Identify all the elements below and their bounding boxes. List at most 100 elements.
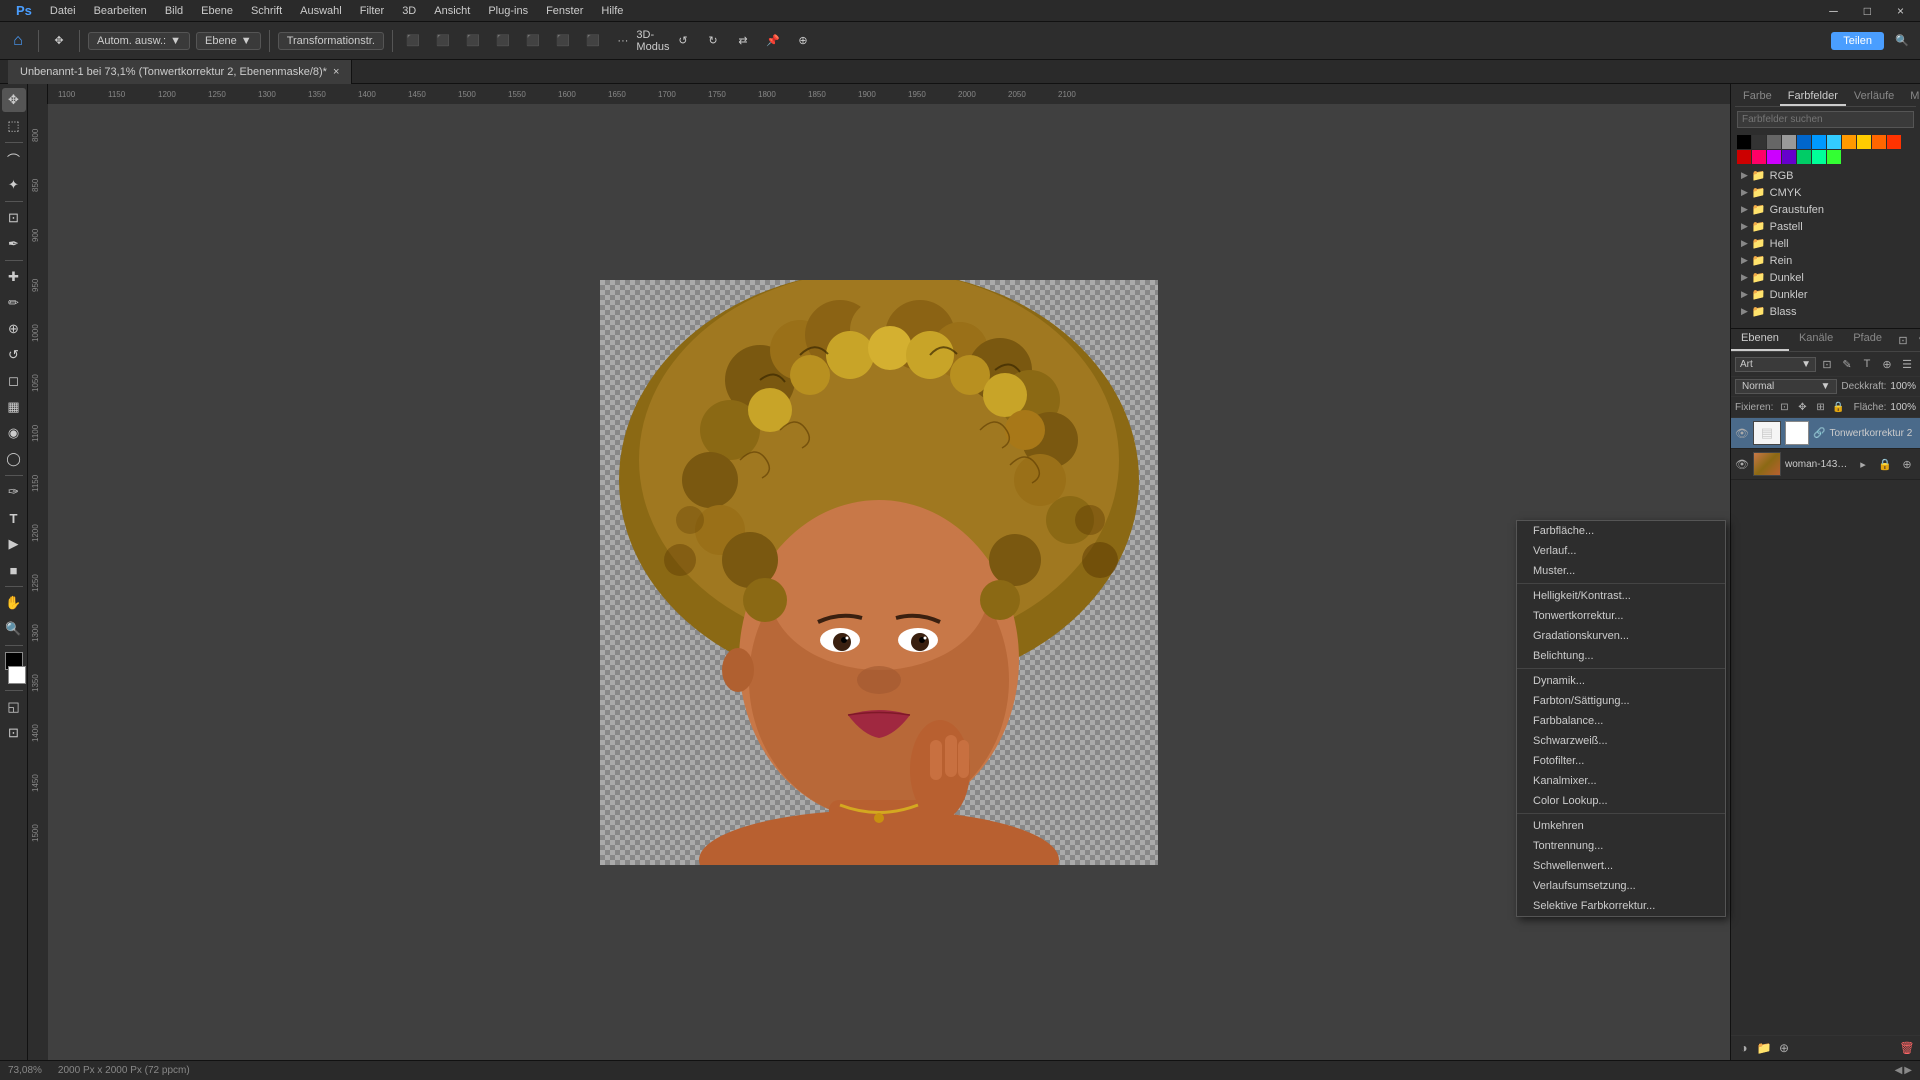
text-tool[interactable]: T [2, 506, 26, 530]
align-right-btn[interactable]: ⬛ [461, 29, 485, 53]
eraser-tool[interactable]: ◻ [2, 369, 26, 393]
filter-btn3[interactable]: T [1858, 355, 1876, 373]
lock-artboard-icon[interactable]: ⊞ [1813, 399, 1827, 415]
swatch-light-gray[interactable] [1782, 135, 1796, 149]
menu-ansicht[interactable]: Ansicht [426, 3, 478, 19]
layer-extra-2[interactable]: ⊕ [1898, 455, 1916, 473]
menu-gradation[interactable]: Gradationskurven... [1517, 626, 1725, 646]
swatch-red-orange[interactable] [1887, 135, 1901, 149]
align-left-btn[interactable]: ⬛ [401, 29, 425, 53]
opacity-value[interactable]: 100% [1890, 381, 1916, 392]
menu-fenster[interactable]: Fenster [538, 3, 591, 19]
new-layer-btn[interactable]: ⊕ [1775, 1039, 1793, 1057]
folder-hell[interactable]: ▶ 📁 Hell [1737, 235, 1914, 252]
menu-farbbalance[interactable]: Farbbalance... [1517, 711, 1725, 731]
align-center-btn[interactable]: ⬛ [431, 29, 455, 53]
search-btn[interactable]: 🔍 [1890, 29, 1914, 53]
layer-tonwertkorrektur[interactable]: 👁 ▤ 🔗 Tonwertkorrektur 2 [1731, 418, 1920, 449]
path-select-tool[interactable]: ▶ [2, 532, 26, 556]
menu-auswahl[interactable]: Auswahl [292, 3, 350, 19]
restore-btn[interactable]: □ [1856, 2, 1879, 20]
menu-bearbeiten[interactable]: Bearbeiten [86, 3, 155, 19]
menu-umkehren[interactable]: Umkehren [1517, 816, 1725, 836]
tab-farbfelder[interactable]: Farbfelder [1780, 88, 1846, 106]
rotate-btn[interactable]: ↻ [701, 29, 725, 53]
gradient-tool[interactable]: ▦ [2, 395, 26, 419]
tab-farbe[interactable]: Farbe [1735, 88, 1780, 106]
swatch-sky-blue[interactable] [1812, 135, 1826, 149]
menu-farbton[interactable]: Farbton/Sättigung... [1517, 691, 1725, 711]
lock-position-icon[interactable]: ⊡ [1777, 399, 1791, 415]
menu-tonwert[interactable]: Tonwertkorrektur... [1517, 606, 1725, 626]
background-color[interactable] [8, 666, 26, 684]
app-icon[interactable]: Ps [8, 1, 40, 20]
folder-dunkler[interactable]: ▶ 📁 Dunkler [1737, 286, 1914, 303]
swatch-light-blue[interactable] [1827, 135, 1841, 149]
filter-btn5[interactable]: ☰ [1898, 355, 1916, 373]
menu-verlaufsumsetzung[interactable]: Verlaufsumsetzung... [1517, 876, 1725, 896]
flip-btn[interactable]: ⇄ [731, 29, 755, 53]
share-btn[interactable]: Teilen [1831, 32, 1884, 50]
mask-mode-btn[interactable]: ◱ [2, 695, 26, 719]
layers-panel-icon2[interactable]: ✎ [1914, 331, 1920, 349]
tab-muster[interactable]: Muster [1902, 88, 1920, 106]
menu-verlauf[interactable]: Verlauf... [1517, 541, 1725, 561]
menu-kanalmixer[interactable]: Kanalmixer... [1517, 771, 1725, 791]
menu-hilfe[interactable]: Hilfe [593, 3, 631, 19]
layer-visibility-2[interactable]: 👁 [1735, 457, 1749, 471]
menu-helligkeit[interactable]: Helligkeit/Kontrast... [1517, 586, 1725, 606]
menu-muster[interactable]: Muster... [1517, 561, 1725, 581]
minimize-btn[interactable]: ─ [1821, 2, 1846, 20]
layer-dropdown[interactable]: Ebene ▼ [196, 32, 261, 50]
blend-mode-dropdown[interactable]: Normal ▼ [1735, 379, 1837, 394]
dodge-tool[interactable]: ◯ [2, 447, 26, 471]
move-tool-icon[interactable]: ✥ [47, 29, 71, 53]
hand-tool[interactable]: ✋ [2, 591, 26, 615]
tab-kanaele[interactable]: Kanäle [1789, 329, 1843, 351]
menu-tontrennung[interactable]: Tontrennung... [1517, 836, 1725, 856]
tab-ebenen[interactable]: Ebenen [1731, 329, 1789, 351]
filter-btn2[interactable]: ✎ [1838, 355, 1856, 373]
menu-filter[interactable]: Filter [352, 3, 392, 19]
folder-pastell[interactable]: ▶ 📁 Pastell [1737, 218, 1914, 235]
menu-bild[interactable]: Bild [157, 3, 191, 19]
navigator-arrows[interactable]: ◀ ▶ [1895, 1065, 1912, 1076]
menu-dynamik[interactable]: Dynamik... [1517, 671, 1725, 691]
swatch-search-input[interactable] [1737, 111, 1914, 128]
layer-arrow-2[interactable]: ▸ [1854, 455, 1872, 473]
doc-close-btn[interactable]: × [333, 66, 339, 78]
close-btn[interactable]: × [1889, 2, 1912, 20]
swatch-red[interactable] [1737, 150, 1751, 164]
swatch-violet[interactable] [1767, 150, 1781, 164]
layer-lock-2[interactable]: 🔒 [1876, 455, 1894, 473]
swatch-black[interactable] [1737, 135, 1751, 149]
menu-plugins[interactable]: Plug-ins [480, 3, 536, 19]
menu-datei[interactable]: Datei [42, 3, 84, 19]
select-tool[interactable]: ⬚ [2, 114, 26, 138]
menu-schrift[interactable]: Schrift [243, 3, 290, 19]
blur-tool[interactable]: ◉ [2, 421, 26, 445]
crop-tool[interactable]: ⊡ [2, 206, 26, 230]
swatch-blue[interactable] [1797, 135, 1811, 149]
distribute-btn[interactable]: ⬛ [581, 29, 605, 53]
eyedropper-tool[interactable]: ✒ [2, 232, 26, 256]
folder-dunkel[interactable]: ▶ 📁 Dunkel [1737, 269, 1914, 286]
auto-select-dropdown[interactable]: Autom. ausw.: ▼ [88, 32, 190, 50]
layers-panel-icon1[interactable]: ⊡ [1894, 331, 1912, 349]
brush-tool[interactable]: ✏ [2, 291, 26, 315]
swatch-green[interactable] [1797, 150, 1811, 164]
shape-tool[interactable]: ■ [2, 558, 26, 582]
extra-btn[interactable]: ⊕ [791, 29, 815, 53]
lasso-tool[interactable]: ⌒ [2, 147, 26, 171]
filter-type-dropdown[interactable]: Art ▼ [1735, 357, 1816, 372]
new-fill-adj-layer-btn[interactable]: ◑ [1735, 1039, 1753, 1057]
healing-tool[interactable]: ✚ [2, 265, 26, 289]
align-middle-btn[interactable]: ⬛ [521, 29, 545, 53]
menu-belichtung[interactable]: Belichtung... [1517, 646, 1725, 666]
transform-btn[interactable]: Transformationstr. [278, 32, 384, 50]
menu-selektive-farbkorrektur[interactable]: Selektive Farbkorrektur... [1517, 896, 1725, 916]
document-tab[interactable]: Unbenannt-1 bei 73,1% (Tonwertkorrektur … [8, 60, 352, 84]
filter-btn4[interactable]: ⊕ [1878, 355, 1896, 373]
align-bottom-btn[interactable]: ⬛ [551, 29, 575, 53]
home-btn[interactable]: ⌂ [6, 29, 30, 53]
